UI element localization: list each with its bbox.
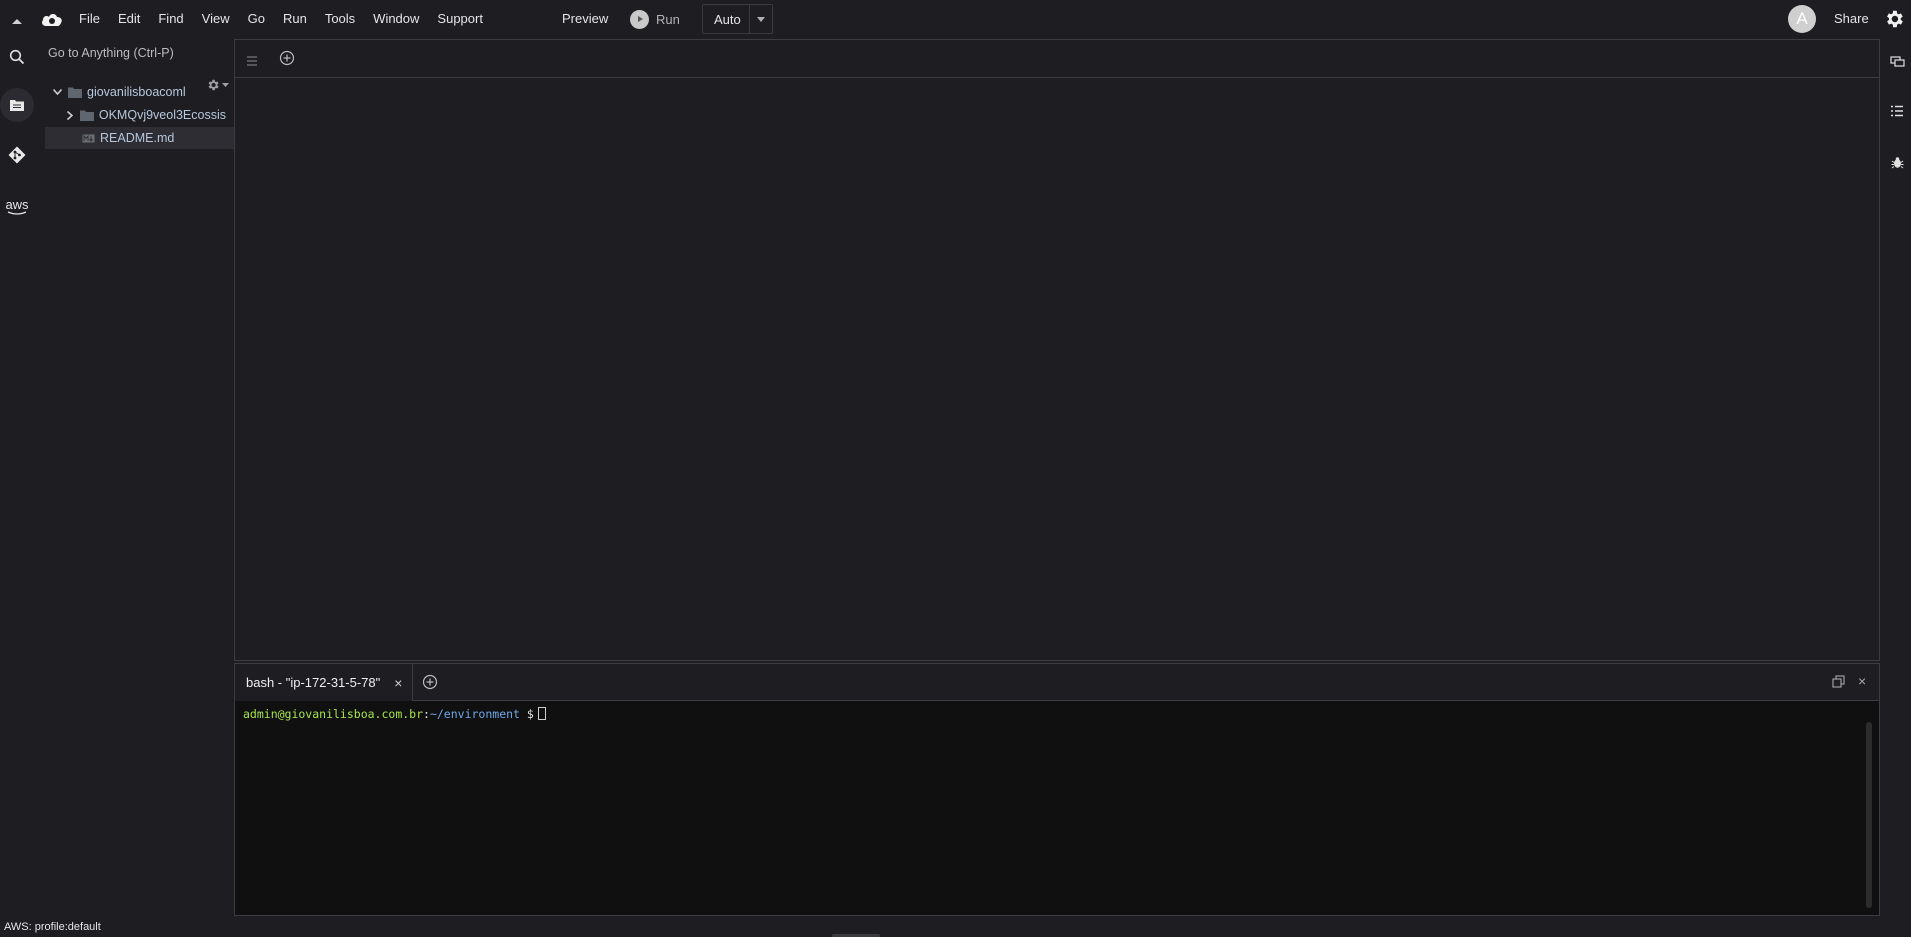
file-tree-panel: giovanilisboacoml OKMQvj9veol3Ecossis RE… [36,38,257,918]
menu-view[interactable]: View [193,0,239,38]
menu-tools[interactable]: Tools [316,0,364,38]
share-button[interactable]: Share [1830,0,1873,38]
go-to-anything-input[interactable] [46,42,226,64]
add-tab-icon[interactable] [279,50,295,71]
search-icon[interactable] [0,40,34,74]
editor-tab-bar [235,40,1879,78]
terminal-tab-bar: bash - "ip-172-31-5-78" × × [235,664,1879,701]
menubar: File Edit Find View Go Run Tools Window … [0,0,1911,38]
markdown-file-icon [82,134,95,143]
menu-file[interactable]: File [70,0,109,38]
chevron-down-icon[interactable] [750,16,772,22]
outline-icon[interactable] [1888,102,1906,120]
terminal-output[interactable]: admin@giovanilisboa.com.br:~/environment… [243,707,546,721]
folder-icon [79,110,94,121]
menu-window[interactable]: Window [364,0,428,38]
prompt-path: ~/environment [429,707,520,721]
avatar[interactable]: A [1788,5,1816,33]
add-terminal-icon[interactable] [422,674,438,695]
terminal-cursor [537,707,546,720]
aws-icon[interactable]: aws [0,190,34,224]
preview-button[interactable]: Preview [550,0,620,38]
menu-find[interactable]: Find [149,0,192,38]
menu-items: File Edit Find View Go Run Tools Window … [70,0,492,38]
play-icon [630,9,649,29]
menu-edit[interactable]: Edit [109,0,149,38]
editor-pane[interactable] [234,39,1880,661]
git-icon[interactable] [0,138,34,172]
run-label: Run [656,11,680,27]
chevron-right-icon[interactable] [64,110,76,120]
files-icon[interactable] [0,88,34,122]
folder-icon [68,87,82,98]
menu-run[interactable]: Run [274,0,316,38]
terminal-tab-bash[interactable]: bash - "ip-172-31-5-78" × [235,664,413,701]
tab-menu-icon[interactable] [246,53,258,71]
runner-label: Auto [714,11,741,27]
tree-folder-root-label: giovanilisboacoml [87,85,186,99]
aws-label: aws [5,196,29,212]
tree-folder-root[interactable]: giovanilisboacoml [50,81,226,103]
close-icon[interactable]: × [394,675,402,691]
chevron-down-icon[interactable] [50,89,64,95]
tree-file-readme[interactable]: README.md [45,127,257,149]
tree-folder-sub[interactable]: OKMQvj9veol3Ecossis [64,104,226,126]
right-icon-rail [1882,38,1911,918]
gear-icon[interactable] [1883,8,1905,30]
tree-file-readme-label: README.md [100,131,175,145]
close-panel-icon[interactable]: × [1858,673,1866,689]
cloud9-logo-icon[interactable] [40,9,64,29]
left-icon-rail: aws [0,38,34,918]
aws-profile-status[interactable]: AWS: profile:default [4,921,101,933]
runner-select[interactable]: Auto [702,4,773,34]
tree-folder-sub-label: OKMQvj9veol3Ecossis [98,108,226,122]
menu-go[interactable]: Go [239,0,274,38]
prompt-dollar: $ [526,707,534,721]
prompt-user: admin@giovanilisboa.com.br [243,707,424,721]
collaborate-icon[interactable] [1888,52,1906,70]
status-bar: AWS: profile:default [0,918,1911,937]
prompt-colon: : [423,707,430,721]
run-button[interactable]: Run [630,0,680,38]
popout-icon[interactable] [1832,675,1845,693]
terminal-tab-label: bash - "ip-172-31-5-78" [246,675,381,690]
terminal-pane[interactable]: bash - "ip-172-31-5-78" × × admin@giovan… [234,663,1880,916]
terminal-scrollbar[interactable] [1866,722,1872,908]
debugger-icon[interactable] [1888,153,1906,171]
menu-support[interactable]: Support [428,0,492,38]
collapse-menu-icon[interactable] [11,14,23,24]
